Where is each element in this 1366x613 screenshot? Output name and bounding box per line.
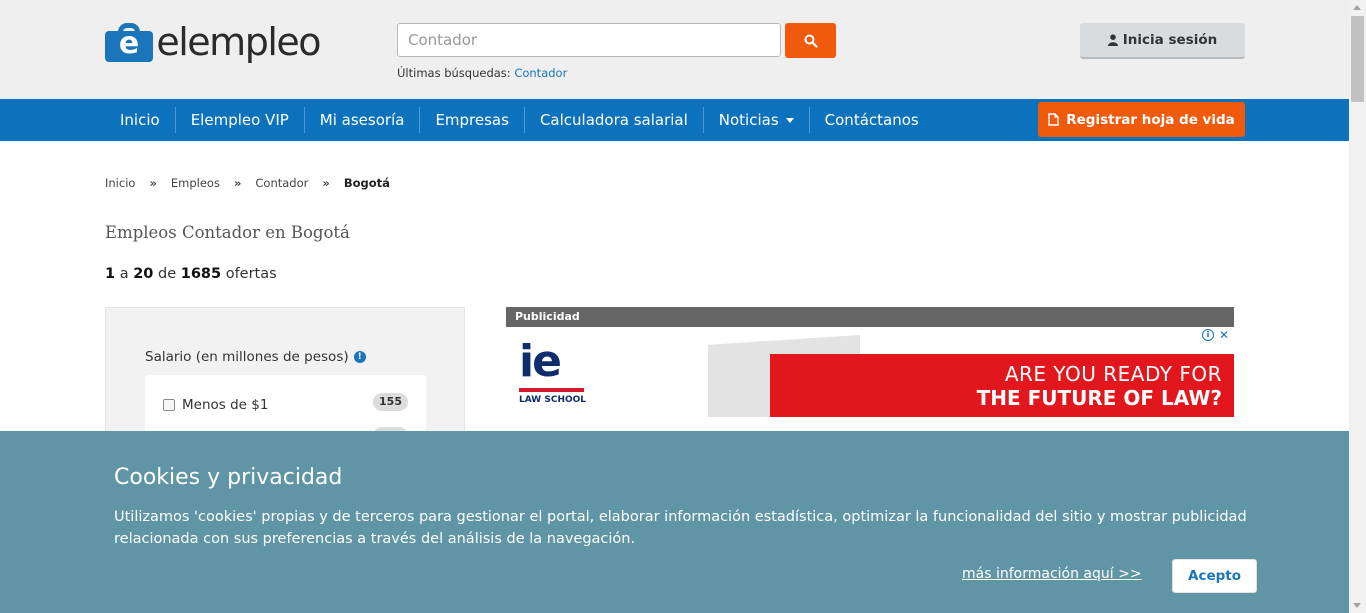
nav-item-empresas[interactable]: Empresas bbox=[419, 107, 524, 133]
ad-headline-line2: THE FUTURE OF LAW? bbox=[976, 386, 1222, 410]
ad-headline-box: ARE YOU READY FOR THE FUTURE OF LAW? bbox=[770, 354, 1234, 417]
count-total: 1685 bbox=[180, 266, 222, 282]
breadcrumb: Inicio » Empleos » Contador » Bogotá bbox=[105, 176, 390, 190]
ie-brand: ie bbox=[519, 336, 562, 387]
search-icon bbox=[804, 34, 818, 48]
nav-item-noticias-label: Noticias bbox=[718, 111, 779, 129]
ad-label: Publicidad bbox=[506, 307, 1234, 327]
salary-filter-title: Salario (en millones de pesos) ! bbox=[145, 349, 366, 365]
salary-filter-label: Salario (en millones de pesos) bbox=[145, 349, 349, 365]
document-icon bbox=[1048, 113, 1059, 126]
nav-item-contactanos[interactable]: Contáctanos bbox=[808, 107, 934, 133]
count-to: 20 bbox=[133, 266, 154, 282]
search-button[interactable] bbox=[785, 23, 836, 58]
cookie-title: Cookies y privacidad bbox=[114, 465, 343, 490]
main-nav: Inicio Elempleo VIP Mi asesoría Empresas… bbox=[0, 99, 1349, 141]
breadcrumb-separator: » bbox=[322, 176, 330, 190]
breadcrumb-item-inicio[interactable]: Inicio bbox=[105, 176, 135, 190]
salary-option-label: Menos de $1 bbox=[182, 397, 269, 413]
cookie-more-info-link[interactable]: más información aquí >> bbox=[962, 566, 1142, 582]
breadcrumb-separator: » bbox=[233, 176, 242, 190]
info-icon[interactable]: ! bbox=[353, 351, 366, 363]
breadcrumb-item-contador[interactable]: Contador bbox=[255, 176, 308, 190]
recent-search-link[interactable]: Contador bbox=[514, 66, 567, 80]
salary-filter-panel: Salario (en millones de pesos) ! Menos d… bbox=[105, 307, 465, 455]
register-cv-label: Registrar hoja de vida bbox=[1066, 111, 1235, 128]
nav-item-mi-asesoria[interactable]: Mi asesoría bbox=[303, 107, 420, 133]
cookie-banner: Cookies y privacidad Utilizamos 'cookies… bbox=[0, 431, 1349, 613]
nav-item-inicio[interactable]: Inicio bbox=[105, 107, 175, 133]
search-input[interactable] bbox=[397, 23, 781, 57]
site-header: e elempleo Últimas búsquedas: Contador I… bbox=[0, 0, 1349, 99]
ad-headline-line1: ARE YOU READY FOR bbox=[1004, 362, 1222, 386]
ie-brand-sub: LAW SCHOOL bbox=[519, 395, 587, 405]
caret-down-icon bbox=[785, 117, 794, 123]
scrollbar-thumb[interactable] bbox=[1351, 16, 1364, 102]
count-suffix: ofertas bbox=[225, 266, 277, 282]
scroll-up-arrow-icon[interactable] bbox=[1353, 5, 1361, 10]
count-de: de bbox=[158, 266, 177, 282]
salary-option-count-badge: 155 bbox=[373, 393, 408, 411]
ad-choices[interactable]: i ✕ bbox=[1202, 328, 1229, 342]
login-button-label: Inicia sesión bbox=[1122, 32, 1218, 48]
nav-item-noticias[interactable]: Noticias bbox=[702, 107, 809, 133]
ad-banner[interactable]: Publicidad i ✕ ie LAW SCHOOL ARE YOU REA… bbox=[506, 307, 1234, 432]
salary-option-checkbox[interactable] bbox=[163, 399, 175, 411]
ie-logo: ie LAW SCHOOL bbox=[519, 340, 599, 410]
recent-searches-label: Últimas búsquedas: bbox=[397, 66, 511, 80]
salary-option-menos-1[interactable]: Menos de $1 bbox=[163, 397, 268, 413]
breadcrumb-separator: » bbox=[149, 176, 157, 190]
user-icon bbox=[1107, 34, 1118, 46]
cookie-text: Utilizamos 'cookies' propias y de tercer… bbox=[114, 509, 1247, 547]
login-button[interactable]: Inicia sesión bbox=[1080, 23, 1245, 59]
nav-item-calculadora-salarial[interactable]: Calculadora salarial bbox=[523, 107, 703, 133]
recent-searches: Últimas búsquedas: Contador bbox=[397, 66, 567, 80]
ad-close-icon[interactable]: ✕ bbox=[1219, 328, 1229, 342]
ad-info-icon[interactable]: i bbox=[1202, 329, 1214, 341]
count-a: a bbox=[119, 266, 129, 282]
scroll-down-arrow-icon[interactable] bbox=[1353, 603, 1361, 608]
ie-red-bar bbox=[519, 388, 584, 392]
count-from: 1 bbox=[105, 266, 116, 282]
logo-text: elempleo bbox=[156, 20, 321, 64]
briefcase-logo-icon: e bbox=[105, 22, 153, 62]
result-count: 1 a 20 de 1685 ofertas bbox=[105, 266, 277, 282]
nav-item-elempleo-vip[interactable]: Elempleo VIP bbox=[174, 107, 304, 133]
page-title: Empleos Contador en Bogotá bbox=[105, 223, 350, 242]
register-cv-button[interactable]: Registrar hoja de vida bbox=[1038, 102, 1245, 137]
elempleo-logo[interactable]: e elempleo bbox=[105, 17, 321, 67]
breadcrumb-item-empleos[interactable]: Empleos bbox=[171, 176, 220, 190]
vertical-scrollbar[interactable] bbox=[1349, 0, 1366, 613]
breadcrumb-current: Bogotá bbox=[343, 176, 390, 190]
accept-cookies-button[interactable]: Acepto bbox=[1172, 559, 1257, 593]
